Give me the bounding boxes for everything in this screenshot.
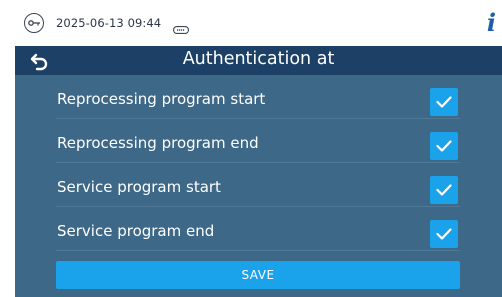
options-panel: Reprocessing program start Reprocessing … [15, 75, 502, 297]
checkbox-service-start[interactable] [430, 176, 458, 204]
save-button[interactable]: SAVE [56, 261, 460, 289]
checkbox-reprocessing-end[interactable] [430, 132, 458, 160]
title-bar: Authentication at [15, 46, 502, 75]
checkbox-service-end[interactable] [430, 220, 458, 248]
option-row-reprocessing-start[interactable]: Reprocessing program start [56, 83, 460, 119]
page-title: Authentication at [182, 49, 335, 69]
checkmark-icon [436, 228, 452, 240]
option-label: Service program end [57, 222, 215, 240]
checkmark-icon [436, 96, 452, 108]
option-row-reprocessing-end[interactable]: Reprocessing program end [56, 127, 460, 163]
checkmark-icon [436, 184, 452, 196]
info-icon[interactable]: i [487, 8, 496, 37]
option-label: Service program start [57, 178, 221, 196]
datetime: 2025-06-13 09:44 [56, 16, 162, 30]
option-label: Reprocessing program end [57, 134, 259, 152]
checkbox-reprocessing-start[interactable] [430, 88, 458, 116]
key-icon [24, 13, 44, 33]
status-bar: 2025-06-13 09:44 i [15, 8, 502, 39]
option-label: Reprocessing program start [57, 90, 266, 108]
card-icon [173, 19, 189, 34]
screen: 2025-06-13 09:44 i Authentication at Rep… [0, 0, 502, 297]
option-row-service-end[interactable]: Service program end [56, 215, 460, 251]
checkmark-icon [436, 140, 452, 152]
option-row-service-start[interactable]: Service program start [56, 171, 460, 207]
